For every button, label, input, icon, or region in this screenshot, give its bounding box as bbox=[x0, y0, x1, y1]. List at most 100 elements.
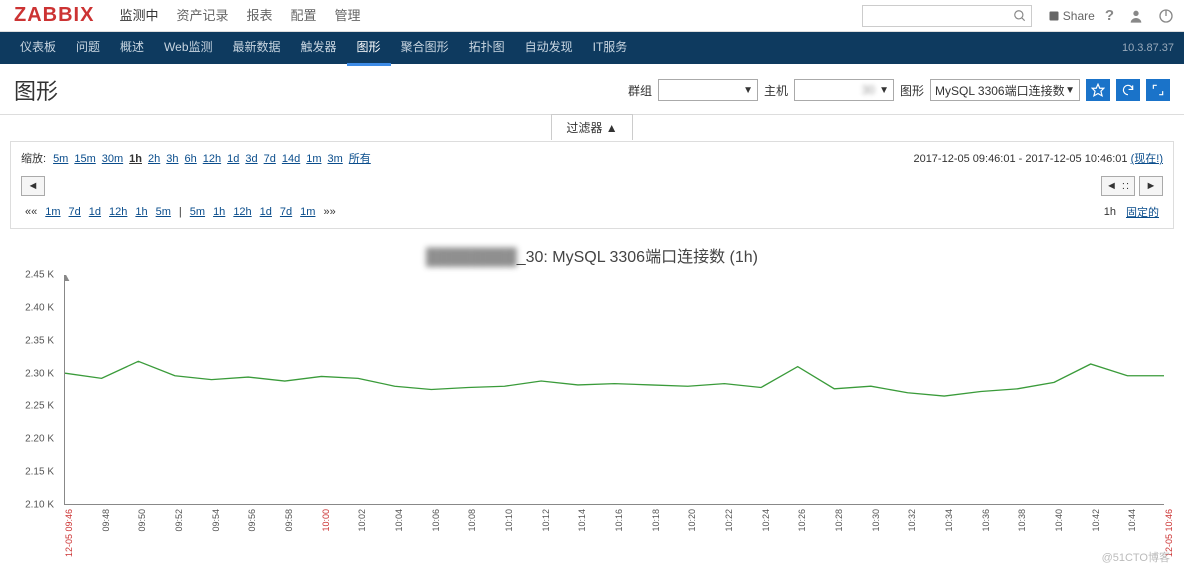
zoom-link[interactable]: 7d bbox=[264, 153, 276, 165]
shift-back-link[interactable]: 5m bbox=[156, 206, 171, 218]
sub-nav-item[interactable]: 图形 bbox=[347, 31, 391, 66]
zoom-link[interactable]: 3d bbox=[245, 153, 257, 165]
chart-plot[interactable] bbox=[64, 275, 1164, 505]
sub-nav-item[interactable]: 自动发现 bbox=[515, 31, 583, 66]
top-nav-item[interactable]: 配置 bbox=[282, 0, 326, 32]
x-tick-label: 10:12 bbox=[541, 509, 551, 532]
x-tick-label: 10:02 bbox=[357, 509, 367, 532]
sub-nav-item[interactable]: 仪表板 bbox=[10, 31, 66, 66]
zoom-link[interactable]: 1h bbox=[129, 153, 142, 165]
top-nav-item[interactable]: 报表 bbox=[237, 0, 281, 32]
fixed-link[interactable]: 固定的 bbox=[1126, 204, 1159, 220]
x-tick-label: 10:08 bbox=[467, 509, 477, 532]
sub-nav-item[interactable]: 概述 bbox=[110, 31, 154, 66]
x-tick-label: 10:26 bbox=[797, 509, 807, 532]
page-title: 图形 bbox=[14, 74, 58, 106]
zoom-link[interactable]: 5m bbox=[53, 153, 68, 165]
zoom-link[interactable]: 3h bbox=[166, 153, 178, 165]
sub-nav-item[interactable]: 拓扑图 bbox=[459, 31, 515, 66]
x-tick-label: 10:22 bbox=[724, 509, 734, 532]
x-tick-label: 10:42 bbox=[1091, 509, 1101, 532]
shift-fwd-link[interactable]: 7d bbox=[280, 206, 292, 218]
zoom-link[interactable]: 15m bbox=[74, 153, 95, 165]
host-select[interactable]: 30▼ bbox=[794, 79, 894, 101]
shift-back-link[interactable]: 1h bbox=[135, 206, 147, 218]
zoom-link[interactable]: 1m bbox=[306, 153, 321, 165]
share-icon bbox=[1048, 10, 1060, 22]
x-tick-label: 10:32 bbox=[907, 509, 917, 532]
x-tick-label: 10:06 bbox=[431, 509, 441, 532]
search-input[interactable] bbox=[862, 5, 1032, 27]
zoom-link[interactable]: 3m bbox=[328, 153, 343, 165]
logo: ZABBIX bbox=[10, 4, 98, 27]
user-icon[interactable] bbox=[1128, 8, 1144, 24]
zoom-link[interactable]: 30m bbox=[102, 153, 123, 165]
y-tick-label: 2.20 K bbox=[6, 434, 54, 445]
date-range: 2017-12-05 09:46:01 - 2017-12-05 10:46:0… bbox=[913, 150, 1163, 166]
zoom-link[interactable]: 6h bbox=[185, 153, 197, 165]
x-tick-label: 10:34 bbox=[944, 509, 954, 532]
zoom-links: 缩放:5m15m30m1h2h3h6h12h1d3d7d14d1m3m所有 bbox=[21, 150, 374, 166]
nav-menu-button[interactable]: ◄ :: bbox=[1101, 176, 1135, 196]
nav-prev-button[interactable]: ◄ bbox=[21, 176, 45, 196]
favorite-button[interactable] bbox=[1086, 79, 1110, 101]
host-label: 主机 bbox=[764, 82, 788, 99]
shift-back-link[interactable]: 1d bbox=[89, 206, 101, 218]
y-tick-label: 2.25 K bbox=[6, 401, 54, 412]
top-nav: 监测中资产记录报表配置管理 bbox=[110, 0, 369, 32]
zoom-link[interactable]: 所有 bbox=[349, 153, 371, 165]
graph-label: 图形 bbox=[900, 82, 924, 99]
x-tick-label: 10:20 bbox=[687, 509, 697, 532]
shift-fwd-link[interactable]: 5m bbox=[190, 206, 205, 218]
shift-fwd-link[interactable]: 1d bbox=[260, 206, 272, 218]
x-tick-label: 10:28 bbox=[834, 509, 844, 532]
top-header: ZABBIX 监测中资产记录报表配置管理 Share ? bbox=[0, 0, 1184, 32]
group-select[interactable]: ▼ bbox=[658, 79, 758, 101]
sub-nav-item[interactable]: 聚合图形 bbox=[391, 31, 459, 66]
refresh-button[interactable] bbox=[1116, 79, 1140, 101]
chart-title: ████████_30: MySQL 3306端口连接数 (1h) bbox=[10, 243, 1174, 267]
filter-toggle[interactable]: 过滤器 ▲ bbox=[0, 114, 1184, 141]
help-icon[interactable]: ? bbox=[1105, 7, 1114, 24]
y-tick-label: 2.45 K bbox=[6, 270, 54, 281]
top-icons: ? bbox=[1105, 7, 1174, 24]
x-tick-label: 10:14 bbox=[577, 509, 587, 532]
shift-back-link[interactable]: 1m bbox=[45, 206, 60, 218]
nav-next-button[interactable]: ► bbox=[1139, 176, 1163, 196]
top-nav-item[interactable]: 管理 bbox=[326, 0, 370, 32]
zoom-current: 1h bbox=[1104, 206, 1116, 218]
x-tick-label: 10:00 bbox=[321, 509, 331, 532]
sub-nav-item[interactable]: Web监测 bbox=[154, 31, 222, 66]
top-nav-item[interactable]: 资产记录 bbox=[167, 0, 237, 32]
zoom-link[interactable]: 14d bbox=[282, 153, 300, 165]
fullscreen-button[interactable] bbox=[1146, 79, 1170, 101]
zoom-link[interactable]: 12h bbox=[203, 153, 221, 165]
shift-fwd-link[interactable]: 12h bbox=[233, 206, 251, 218]
zoom-link[interactable]: 1d bbox=[227, 153, 239, 165]
sub-nav-item[interactable]: IT服务 bbox=[583, 31, 638, 66]
shift-back-link[interactable]: 7d bbox=[69, 206, 81, 218]
watermark: @51CTO博客 bbox=[1102, 549, 1170, 565]
x-tick-label: 10:44 bbox=[1127, 509, 1137, 532]
sub-nav-item[interactable]: 最新数据 bbox=[223, 31, 291, 66]
graph-select[interactable]: MySQL 3306端口连接数▼ bbox=[930, 79, 1080, 101]
shift-fwd-link[interactable]: 1h bbox=[213, 206, 225, 218]
sub-nav-item[interactable]: 触发器 bbox=[291, 31, 347, 66]
power-icon[interactable] bbox=[1158, 8, 1174, 24]
y-tick-label: 2.10 K bbox=[6, 500, 54, 511]
top-nav-item[interactable]: 监测中 bbox=[110, 0, 167, 32]
time-shift-row: «« 1m7d1d12h1h5m | 5m1h12h1d7d1m »» 1h 固… bbox=[21, 204, 1163, 220]
shift-fwd-link[interactable]: 1m bbox=[300, 206, 315, 218]
x-tick-label: 09:50 bbox=[137, 509, 147, 532]
x-tick-label: 10:24 bbox=[761, 509, 771, 532]
shift-back-link[interactable]: 12h bbox=[109, 206, 127, 218]
now-link[interactable]: (现在!) bbox=[1131, 153, 1163, 165]
zoom-link[interactable]: 2h bbox=[148, 153, 160, 165]
sub-nav: 仪表板问题概述Web监测最新数据触发器图形聚合图形拓扑图自动发现IT服务 10.… bbox=[0, 32, 1184, 64]
title-bar: 图形 群组 ▼ 主机 30▼ 图形 MySQL 3306端口连接数▼ bbox=[0, 64, 1184, 114]
share-link[interactable]: Share bbox=[1048, 9, 1095, 23]
sub-nav-item[interactable]: 问题 bbox=[66, 31, 110, 66]
time-panel: 缩放:5m15m30m1h2h3h6h12h1d3d7d14d1m3m所有 20… bbox=[10, 141, 1174, 229]
x-tick-label: 09:48 bbox=[101, 509, 111, 532]
search-icon bbox=[1013, 9, 1027, 23]
